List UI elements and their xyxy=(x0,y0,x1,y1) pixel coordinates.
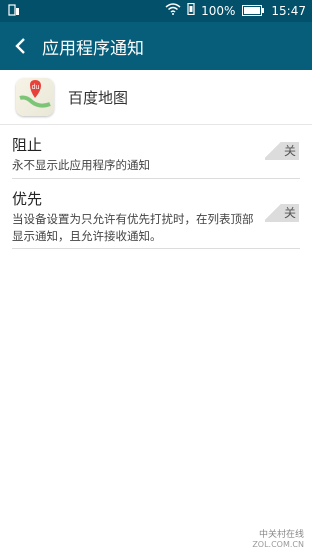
watermark-line1: 中关村在线 xyxy=(258,530,304,540)
page-title: 应用程序通知 xyxy=(42,38,144,59)
app-bar: 应用程序通知 xyxy=(0,22,312,70)
status-bar: 100% 15:47 xyxy=(0,0,312,22)
setting-title-priority: 优先 xyxy=(12,190,43,208)
baidu-maps-icon: du xyxy=(16,78,54,116)
sim-icon xyxy=(8,4,20,19)
vibrate-icon xyxy=(186,2,196,18)
chevron-left-icon xyxy=(15,38,25,54)
back-button[interactable] xyxy=(0,22,40,70)
setting-desc-priority: 当设备设置为只允许有优先打扰时，在列表顶部显示通知，且允许接收通知。 xyxy=(12,212,254,243)
setting-desc-block: 永不显示此应用程序的通知 xyxy=(12,158,150,172)
battery-icon xyxy=(242,5,265,16)
app-info-row: du 百度地图 xyxy=(0,70,312,125)
wifi-icon xyxy=(165,3,181,18)
battery-percent: 100% xyxy=(201,3,236,18)
battery-fill xyxy=(244,7,261,14)
app-name: 百度地图 xyxy=(68,88,129,107)
priority-toggle[interactable]: 关 xyxy=(265,204,299,222)
watermark-line2: ZOL.COM.CN xyxy=(252,540,304,549)
watermark: 中关村在线 ZOL.COM.CN xyxy=(252,527,304,549)
block-toggle[interactable]: 关 xyxy=(265,142,299,160)
setting-title-block: 阻止 xyxy=(12,136,43,154)
clock: 15:47 xyxy=(271,3,306,18)
setting-block[interactable]: 阻止 永不显示此应用程序的通知 关 xyxy=(12,130,300,179)
setting-priority[interactable]: 优先 当设备设置为只允许有优先打扰时，在列表顶部显示通知，且允许接收通知。 关 xyxy=(12,182,300,249)
svg-text:du: du xyxy=(32,84,40,91)
